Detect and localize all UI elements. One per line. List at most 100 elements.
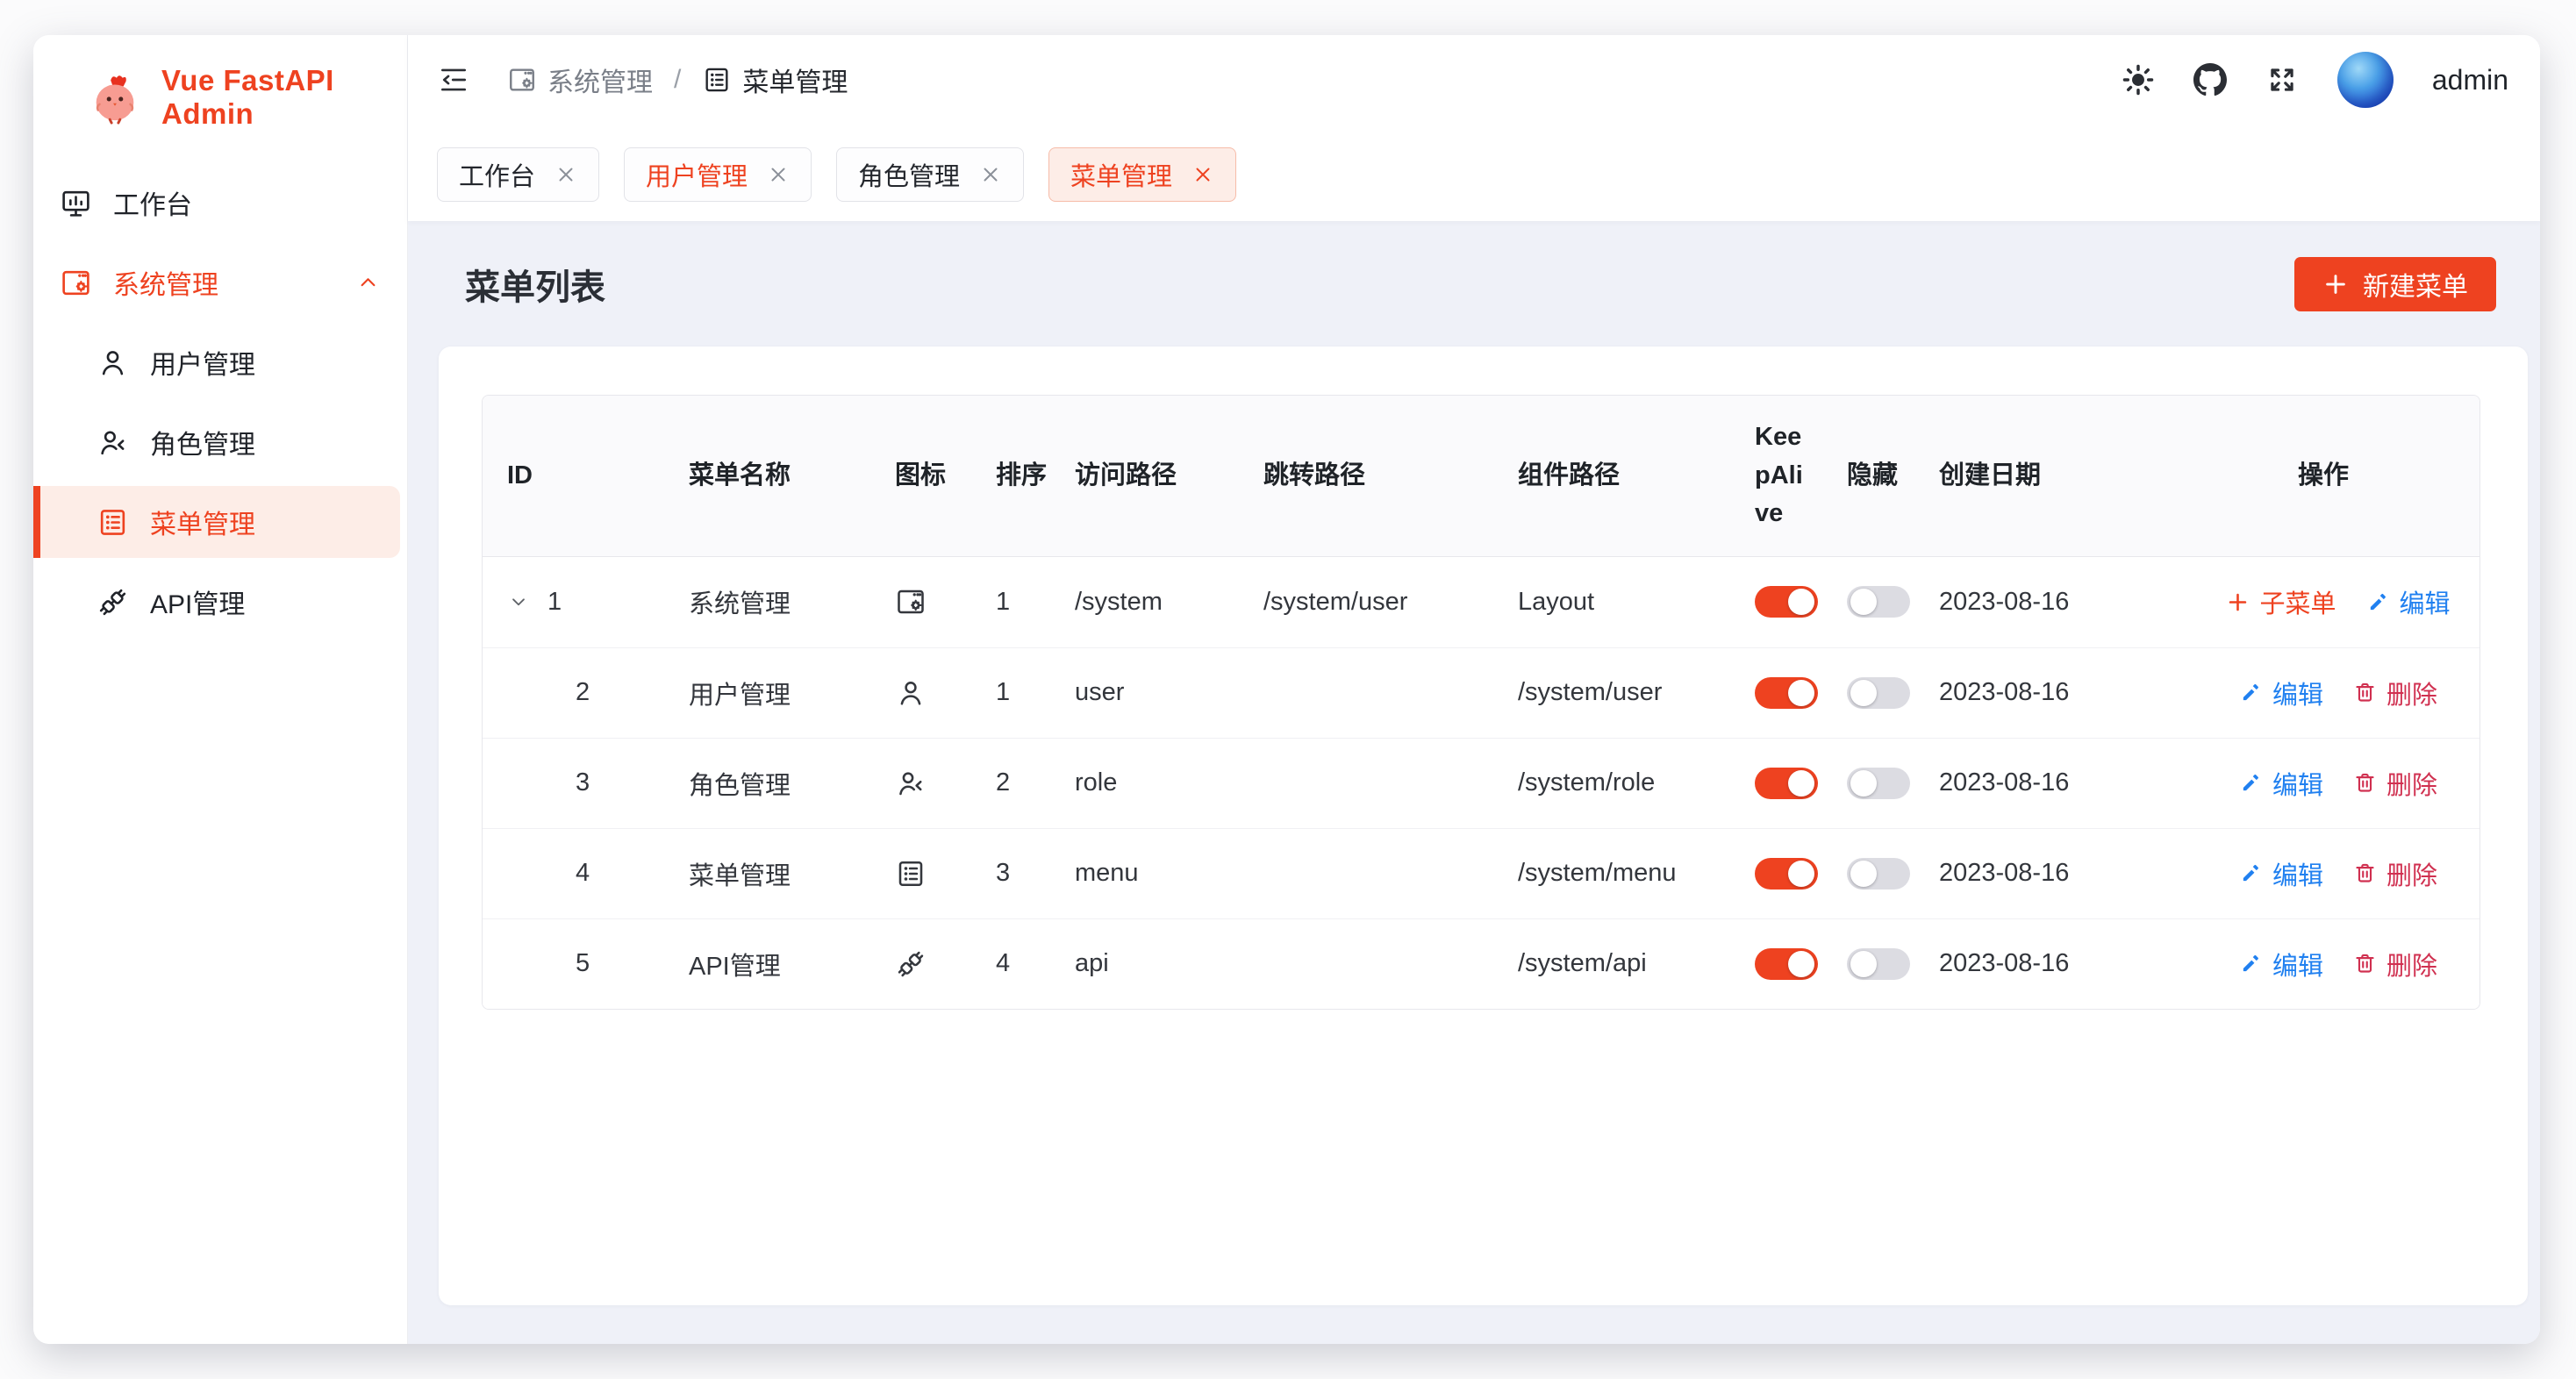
toggle-knob: [1850, 951, 1877, 977]
page-head: 菜单列表 新建菜单: [439, 221, 2528, 347]
expand-chevron-icon[interactable]: [507, 590, 530, 613]
tab-menus[interactable]: 菜单管理: [1048, 147, 1236, 202]
menu-table: ID 菜单名称 图标 排序 访问路径 跳转路径 组件路径 KeepAlive 隐…: [482, 395, 2480, 1010]
cell-order: 2: [996, 768, 1075, 797]
collapse-sidebar-icon[interactable]: [437, 63, 470, 96]
close-icon[interactable]: [979, 163, 1002, 186]
toggle-knob: [1850, 680, 1877, 706]
table-row: 4菜单管理3menu/system/menu2023-08-16编辑删除: [483, 828, 2479, 918]
col-header-component: 组件路径: [1518, 434, 1755, 518]
close-icon[interactable]: [767, 163, 790, 186]
app-logo: Vue FastAPI Admin: [33, 60, 407, 135]
username[interactable]: admin: [2432, 64, 2508, 96]
screen: Vue FastAPI Admin 工作台 系统管理 用户管理: [0, 0, 2576, 1379]
cell-component: Layout: [1518, 588, 1755, 617]
sidebar-menu: 工作台 系统管理 用户管理 角色管理 菜单管理: [33, 167, 407, 638]
system-icon: [507, 65, 537, 95]
toggle-knob: [1788, 861, 1814, 887]
keepalive-toggle[interactable]: [1755, 677, 1818, 709]
edit-button[interactable]: 编辑: [2239, 855, 2323, 892]
workbench-icon: [60, 187, 92, 219]
hidden-toggle[interactable]: [1847, 858, 1910, 890]
role-icon: [97, 426, 129, 459]
keepalive-toggle[interactable]: [1755, 768, 1818, 799]
cell-menu-name: API管理: [689, 946, 895, 982]
row-id: 3: [576, 768, 590, 797]
cell-icon: [895, 586, 996, 618]
hidden-toggle[interactable]: [1847, 586, 1910, 618]
sidebar-item-system[interactable]: 系统管理: [33, 247, 407, 318]
tab-workbench[interactable]: 工作台: [437, 147, 599, 202]
cell-keepalive-toggle: [1755, 948, 1847, 980]
submenu-button[interactable]: 子菜单: [2226, 583, 2336, 620]
tab-roles[interactable]: 角色管理: [836, 147, 1024, 202]
cell-date: 2023-08-16: [1939, 949, 2202, 978]
sidebar-item-users[interactable]: 用户管理: [33, 326, 407, 398]
toggle-knob: [1788, 680, 1814, 706]
header: 系统管理 / 菜单管理 admin: [408, 35, 2540, 221]
cell-date: 2023-08-16: [1939, 859, 2202, 888]
hidden-toggle[interactable]: [1847, 948, 1910, 980]
breadcrumb: 系统管理 / 菜单管理: [507, 61, 848, 99]
edit-button[interactable]: 编辑: [2366, 583, 2451, 620]
cell-order: 1: [996, 588, 1075, 617]
col-header-icon: 图标: [895, 434, 996, 518]
sidebar-item-label: 角色管理: [150, 423, 255, 461]
cell-actions: 编辑 删除: [2202, 946, 2479, 982]
cell-component: /system/role: [1518, 768, 1755, 797]
sidebar-item-menus[interactable]: 菜单管理: [33, 486, 400, 558]
breadcrumb-item-menus[interactable]: 菜单管理: [702, 61, 848, 99]
table-row: 3角色管理2role/system/role2023-08-16编辑删除: [483, 738, 2479, 828]
keepalive-toggle[interactable]: [1755, 948, 1818, 980]
breadcrumb-item-system[interactable]: 系统管理: [507, 61, 653, 99]
close-icon[interactable]: [1191, 163, 1214, 186]
table-row: 5API管理4api/system/api2023-08-16编辑删除: [483, 918, 2479, 1009]
sidebar-item-label: API管理: [150, 582, 245, 621]
delete-button[interactable]: 删除: [2353, 946, 2437, 982]
cell-hidden-toggle: [1847, 677, 1939, 709]
row-id: 5: [576, 949, 590, 978]
delete-button[interactable]: 删除: [2353, 855, 2437, 892]
col-header-name: 菜单名称: [689, 434, 895, 518]
delete-label: 删除: [2386, 946, 2437, 982]
hidden-toggle[interactable]: [1847, 677, 1910, 709]
cell-menu-name: 系统管理: [689, 583, 895, 620]
avatar[interactable]: [2337, 52, 2394, 108]
edit-button[interactable]: 编辑: [2239, 675, 2323, 711]
delete-button[interactable]: 删除: [2353, 675, 2437, 711]
create-menu-button[interactable]: 新建菜单: [2294, 257, 2496, 311]
sidebar-item-workbench[interactable]: 工作台: [33, 167, 407, 239]
cell-keepalive-toggle: [1755, 768, 1847, 799]
tab-users[interactable]: 用户管理: [624, 147, 812, 202]
cell-menu-name: 菜单管理: [689, 855, 895, 892]
cell-component: /system/user: [1518, 678, 1755, 707]
system-icon: [895, 586, 927, 618]
cell-menu-name: 角色管理: [689, 765, 895, 802]
toggle-knob: [1788, 770, 1814, 797]
cell-icon: [895, 948, 996, 980]
close-icon[interactable]: [555, 163, 577, 186]
toggle-knob: [1850, 589, 1877, 615]
keepalive-toggle[interactable]: [1755, 858, 1818, 890]
cell-path: role: [1075, 768, 1263, 797]
edit-button[interactable]: 编辑: [2239, 946, 2323, 982]
row-id: 4: [576, 859, 590, 888]
cell-keepalive-toggle: [1755, 586, 1847, 618]
pencil-icon: [2366, 590, 2390, 614]
table-header-row: ID 菜单名称 图标 排序 访问路径 跳转路径 组件路径 KeepAlive 隐…: [483, 396, 2479, 557]
fullscreen-icon[interactable]: [2265, 63, 2299, 96]
trash-icon: [2353, 861, 2377, 885]
hidden-toggle[interactable]: [1847, 768, 1910, 799]
github-icon[interactable]: [2193, 63, 2227, 96]
edit-button[interactable]: 编辑: [2239, 765, 2323, 802]
delete-button[interactable]: 删除: [2353, 765, 2437, 802]
theme-toggle-icon[interactable]: [2122, 63, 2155, 96]
sidebar-item-api[interactable]: API管理: [33, 566, 407, 638]
trash-icon: [2353, 681, 2377, 704]
col-header-id: ID: [483, 434, 689, 518]
sidebar-item-roles[interactable]: 角色管理: [33, 406, 407, 478]
toggle-knob: [1850, 770, 1877, 797]
keepalive-toggle[interactable]: [1755, 586, 1818, 618]
sidebar: Vue FastAPI Admin 工作台 系统管理 用户管理: [33, 35, 408, 1344]
plus-icon: [2226, 590, 2250, 614]
